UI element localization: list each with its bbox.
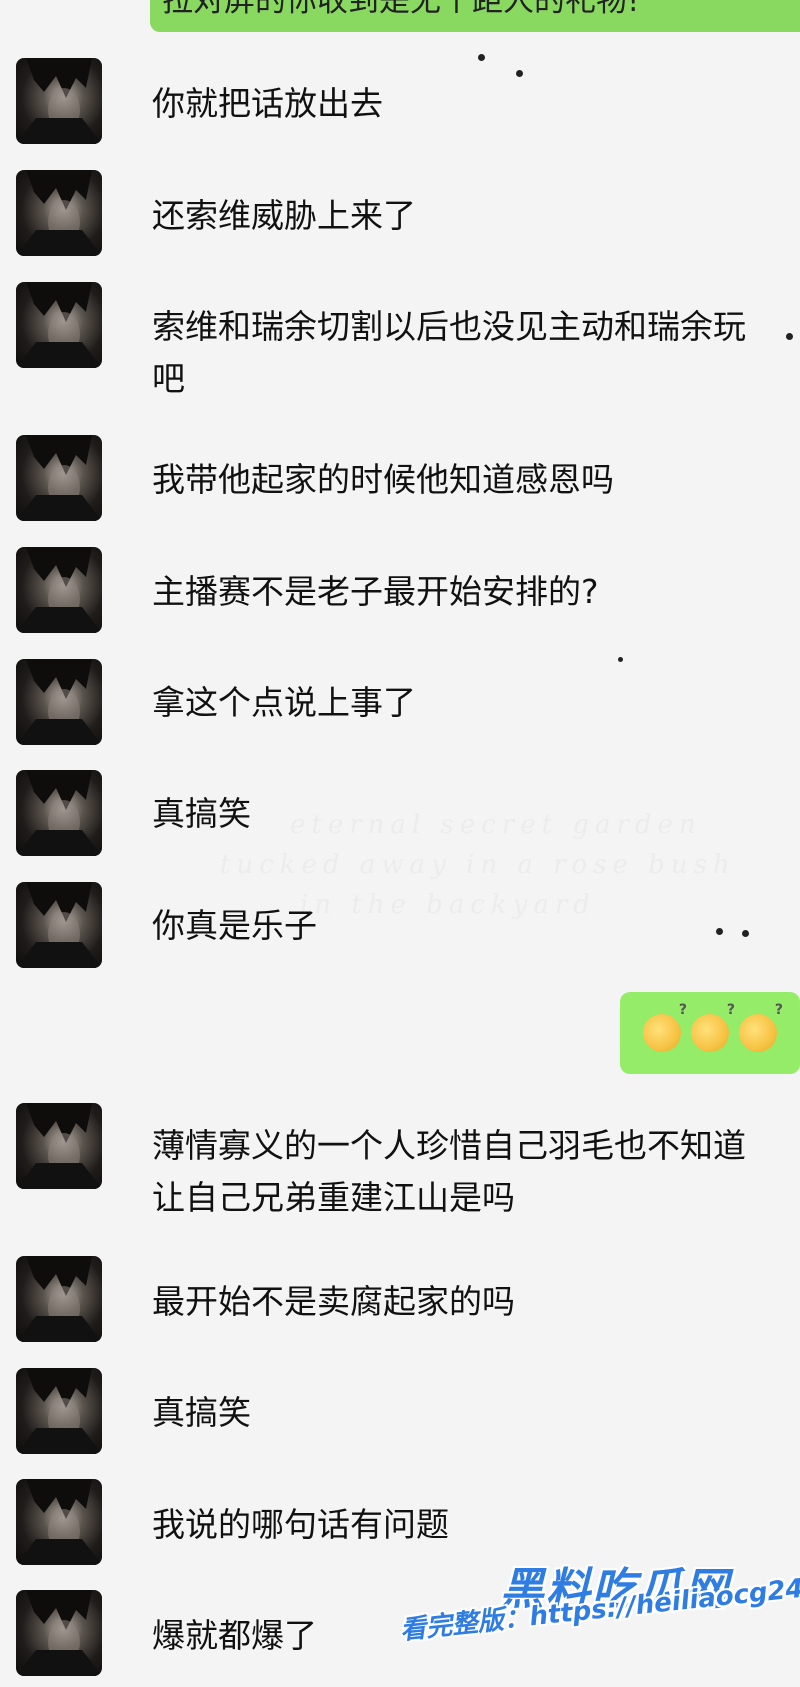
received-message-text: 拿这个点说上事了 bbox=[152, 683, 416, 722]
confused-face-icon bbox=[739, 1002, 783, 1052]
contact-avatar[interactable] bbox=[16, 435, 102, 521]
contact-avatar[interactable] bbox=[16, 282, 102, 368]
contact-avatar[interactable] bbox=[16, 882, 102, 968]
received-message-text: 主播赛不是老子最开始安排的? bbox=[152, 572, 599, 611]
received-message-text: 你就把话放出去 bbox=[152, 84, 383, 123]
contact-avatar[interactable] bbox=[16, 1256, 102, 1342]
contact-avatar[interactable] bbox=[16, 58, 102, 144]
confused-face-icon bbox=[643, 1002, 687, 1052]
contact-avatar[interactable] bbox=[16, 1479, 102, 1565]
contact-avatar[interactable] bbox=[16, 1590, 102, 1676]
received-message-text: 我带他起家的时候他知道感恩吗 bbox=[152, 460, 614, 499]
contact-avatar[interactable] bbox=[16, 1103, 102, 1189]
received-message-text: 你真是乐子 bbox=[152, 906, 317, 945]
received-message-text: 我说的哪句话有问题 bbox=[152, 1505, 449, 1544]
contact-avatar[interactable] bbox=[16, 659, 102, 745]
received-message-text: 真搞笑 bbox=[152, 794, 251, 833]
sent-message-bubble[interactable]: 拉对屏的你收到是无个距人的礼物! bbox=[150, 0, 800, 32]
contact-avatar[interactable] bbox=[16, 170, 102, 256]
received-message-text: 真搞笑 bbox=[152, 1393, 251, 1432]
message-text: 拉对屏的你收到是无个距人的礼物! bbox=[162, 0, 640, 19]
contact-avatar[interactable] bbox=[16, 770, 102, 856]
sent-emoji-bubble[interactable] bbox=[620, 992, 800, 1074]
received-message-text: 索维和瑞余切割以后也没见主动和瑞余玩吧 bbox=[152, 307, 746, 398]
contact-avatar[interactable] bbox=[16, 1368, 102, 1454]
received-message-text: 最开始不是卖腐起家的吗 bbox=[152, 1282, 515, 1321]
confused-face-icon bbox=[691, 1002, 735, 1052]
received-message-text: 还索维威胁上来了 bbox=[152, 196, 416, 235]
received-message-text: 薄情寡义的一个人珍惜自己羽毛也不知道让自己兄弟重建江山是吗 bbox=[152, 1126, 746, 1217]
contact-avatar[interactable] bbox=[16, 547, 102, 633]
wallpaper-text-line: tucked away in a rose bush bbox=[220, 850, 736, 880]
